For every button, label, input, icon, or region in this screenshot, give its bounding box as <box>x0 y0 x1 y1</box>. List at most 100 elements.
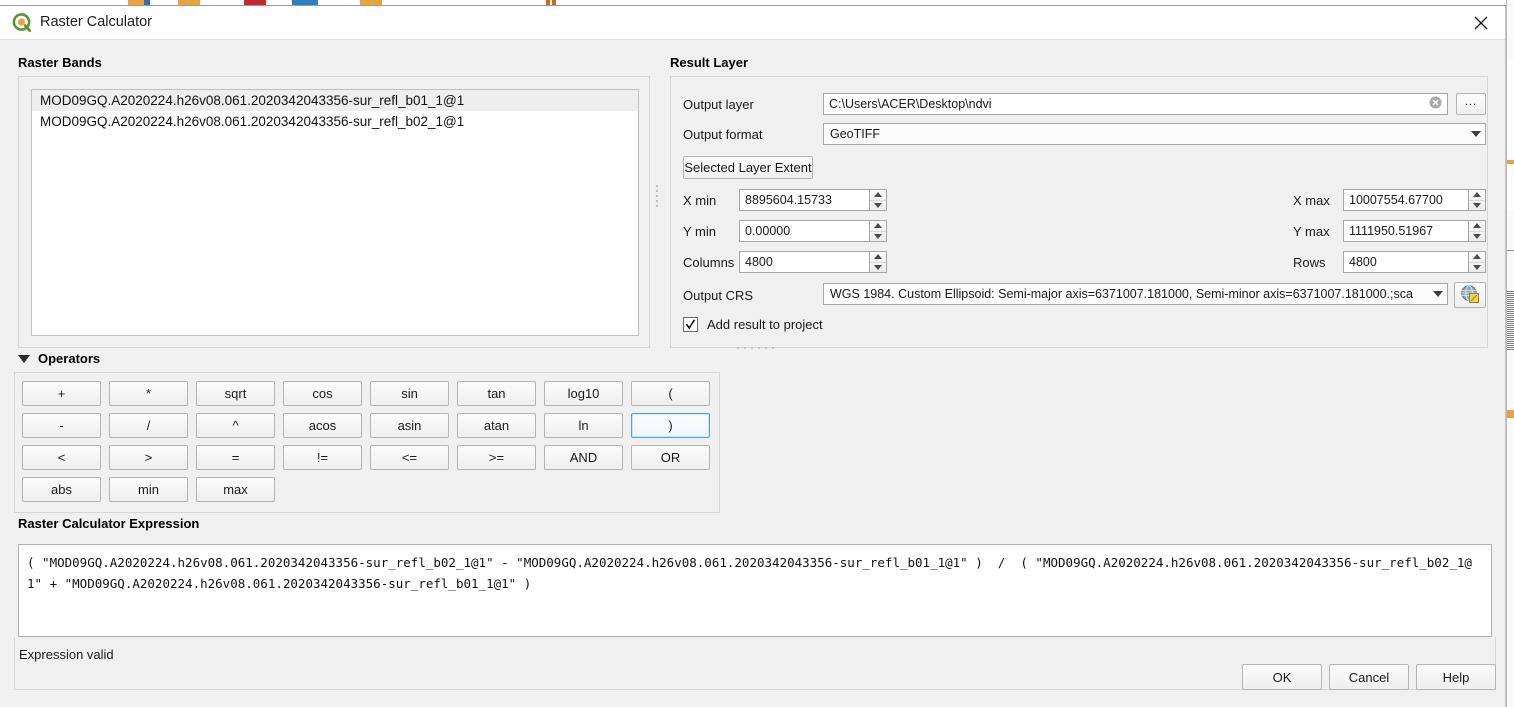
spin-down-icon[interactable] <box>870 201 886 211</box>
operator-button-tan[interactable]: tan <box>457 381 536 406</box>
output-crs-select[interactable]: WGS 1984. Custom Ellipsoid: Semi-major a… <box>823 283 1448 305</box>
operator-button-min[interactable]: min <box>109 477 188 502</box>
crs-globe-edit-icon <box>1460 284 1480 307</box>
operator-button-abs[interactable]: abs <box>22 477 101 502</box>
raster-bands-list[interactable]: MOD09GQ.A2020224.h26v08.061.202034204335… <box>31 89 639 336</box>
output-layer-browse-button[interactable]: ... <box>1456 93 1486 115</box>
background-window-right-edge <box>1506 0 1514 707</box>
y-max-spin-arrows[interactable] <box>1468 220 1486 242</box>
x-min-spin-arrows[interactable] <box>869 189 887 211</box>
columns-spin-arrows[interactable] <box>869 251 887 273</box>
rows-value[interactable]: 4800 <box>1343 251 1468 273</box>
operator-button-greater-equal[interactable]: >= <box>457 445 536 470</box>
x-max-label: X max <box>1293 193 1330 208</box>
output-crs-label: Output CRS <box>683 288 753 303</box>
y-max-value[interactable]: 1111950.51967 <box>1343 220 1468 242</box>
spin-up-icon[interactable] <box>870 190 886 201</box>
list-item[interactable]: MOD09GQ.A2020224.h26v08.061.202034204335… <box>32 90 638 111</box>
panel-splitter-vertical[interactable] <box>654 176 660 216</box>
spin-down-icon[interactable] <box>1469 201 1485 211</box>
ok-button[interactable]: OK <box>1242 664 1322 690</box>
y-min-label: Y min <box>683 224 716 239</box>
operator-button-and[interactable]: AND <box>544 445 623 470</box>
result-layer-group-label: Result Layer <box>670 55 748 70</box>
rows-stepper[interactable]: 4800 <box>1343 251 1486 273</box>
operator-button-ln[interactable]: ln <box>544 413 623 438</box>
y-max-stepper[interactable]: 1111950.51967 <box>1343 220 1486 242</box>
expression-status-text: Expression valid <box>19 647 114 662</box>
selected-layer-extent-button[interactable]: Selected Layer Extent <box>683 156 813 179</box>
operators-group-header[interactable]: Operators <box>18 351 100 366</box>
expression-textarea[interactable]: ( "MOD09GQ.A2020224.h26v08.061.202034204… <box>18 544 1492 637</box>
x-max-stepper[interactable]: 10007554.67700 <box>1343 189 1486 211</box>
spin-up-icon[interactable] <box>870 221 886 232</box>
spin-up-icon[interactable] <box>1469 252 1485 263</box>
spin-down-icon[interactable] <box>1469 263 1485 273</box>
panel-splitter-horizontal[interactable] <box>715 344 795 352</box>
dialog-title: Raster Calculator <box>40 14 152 30</box>
operator-button-power[interactable]: ^ <box>196 413 275 438</box>
chevron-down-icon <box>1433 291 1443 297</box>
operator-button-asin[interactable]: asin <box>370 413 449 438</box>
operator-button-close-paren[interactable]: ) <box>631 413 710 438</box>
x-min-value[interactable]: 8895604.15733 <box>739 189 869 211</box>
clear-circle-icon[interactable] <box>1429 96 1442 112</box>
close-icon[interactable] <box>1457 6 1505 40</box>
output-format-value: GeoTIFF <box>830 127 880 141</box>
checkbox-icon[interactable] <box>683 317 698 332</box>
operator-button-not-equals[interactable]: != <box>283 445 362 470</box>
rows-label: Rows <box>1293 255 1326 270</box>
output-format-label: Output format <box>683 127 762 142</box>
x-max-value[interactable]: 10007554.67700 <box>1343 189 1468 211</box>
operator-button-sin[interactable]: sin <box>370 381 449 406</box>
operator-button-acos[interactable]: acos <box>283 413 362 438</box>
operator-button-or[interactable]: OR <box>631 445 710 470</box>
operator-button-sqrt[interactable]: sqrt <box>196 381 275 406</box>
add-result-to-project-checkbox[interactable]: Add result to project <box>683 317 823 332</box>
operator-button-plus[interactable]: + <box>22 381 101 406</box>
output-format-select[interactable]: GeoTIFF <box>823 123 1486 145</box>
spin-up-icon[interactable] <box>1469 221 1485 232</box>
spin-down-icon[interactable] <box>870 263 886 273</box>
y-min-stepper[interactable]: 0.00000 <box>739 220 887 242</box>
operator-button-multiply[interactable]: * <box>109 381 188 406</box>
operator-button-less-than[interactable]: < <box>22 445 101 470</box>
raster-calculator-dialog: Raster Calculator Raster Bands MOD09GQ.A… <box>0 6 1506 707</box>
output-layer-input[interactable]: C:\Users\ACER\Desktop\ndvi <box>823 93 1448 115</box>
operators-group-label: Operators <box>38 351 100 366</box>
qgis-logo-icon <box>12 13 32 33</box>
spin-down-icon[interactable] <box>870 232 886 242</box>
output-layer-value: C:\Users\ACER\Desktop\ndvi <box>829 97 992 111</box>
band-name: MOD09GQ.A2020224.h26v08.061.202034204335… <box>40 93 464 108</box>
spin-up-icon[interactable] <box>870 252 886 263</box>
columns-stepper[interactable]: 4800 <box>739 251 887 273</box>
operator-button-max[interactable]: max <box>196 477 275 502</box>
x-min-stepper[interactable]: 8895604.15733 <box>739 189 887 211</box>
output-crs-value: WGS 1984. Custom Ellipsoid: Semi-major a… <box>830 287 1413 301</box>
select-crs-button[interactable] <box>1454 282 1486 308</box>
list-item[interactable]: MOD09GQ.A2020224.h26v08.061.202034204335… <box>32 111 638 132</box>
help-button[interactable]: Help <box>1416 664 1496 690</box>
x-min-label: X min <box>683 193 716 208</box>
rows-spin-arrows[interactable] <box>1468 251 1486 273</box>
operator-button-atan[interactable]: atan <box>457 413 536 438</box>
band-name: MOD09GQ.A2020224.h26v08.061.202034204335… <box>40 114 464 129</box>
spin-up-icon[interactable] <box>1469 190 1485 201</box>
spin-down-icon[interactable] <box>1469 232 1485 242</box>
operator-button-equals[interactable]: = <box>196 445 275 470</box>
cancel-button[interactable]: Cancel <box>1329 664 1409 690</box>
chevron-down-icon <box>1471 131 1481 137</box>
operator-button-cos[interactable]: cos <box>283 381 362 406</box>
operator-button-greater-than[interactable]: > <box>109 445 188 470</box>
y-min-value[interactable]: 0.00000 <box>739 220 869 242</box>
raster-bands-group-label: Raster Bands <box>18 55 102 70</box>
y-min-spin-arrows[interactable] <box>869 220 887 242</box>
operator-button-open-paren[interactable]: ( <box>631 381 710 406</box>
operator-button-log10[interactable]: log10 <box>544 381 623 406</box>
x-max-spin-arrows[interactable] <box>1468 189 1486 211</box>
triangle-down-icon[interactable] <box>18 355 30 363</box>
operator-button-divide[interactable]: / <box>109 413 188 438</box>
operator-button-less-equal[interactable]: <= <box>370 445 449 470</box>
columns-value[interactable]: 4800 <box>739 251 869 273</box>
operator-button-minus[interactable]: - <box>22 413 101 438</box>
